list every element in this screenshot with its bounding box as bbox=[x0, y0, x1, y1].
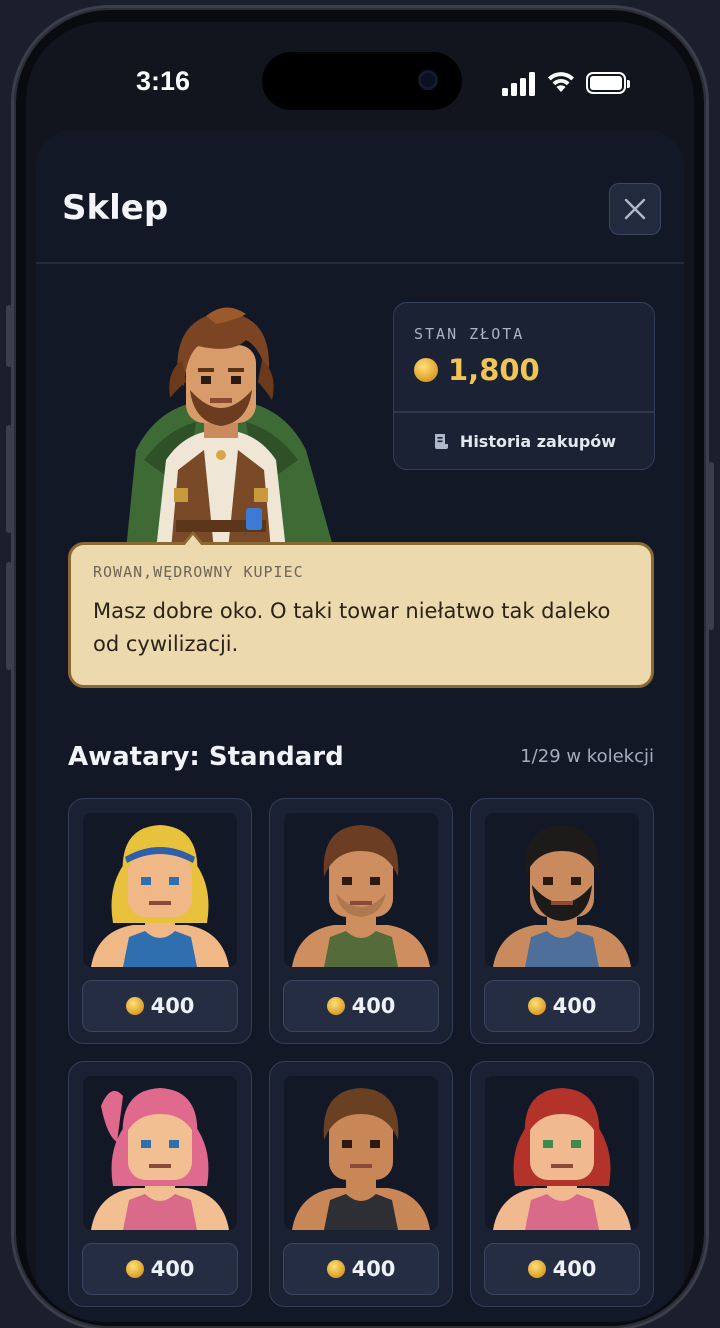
avatar-portrait bbox=[284, 1076, 438, 1230]
avatar-grid: 400 400 400 400 400 400 bbox=[68, 798, 658, 1307]
phone-side-button bbox=[6, 562, 12, 670]
dynamic-island bbox=[262, 52, 462, 110]
shop-header: Sklep bbox=[36, 130, 684, 264]
coin-icon bbox=[527, 997, 546, 1015]
coin-icon bbox=[125, 997, 144, 1015]
avatar-portrait bbox=[485, 1076, 639, 1230]
price-label: 400 bbox=[552, 994, 597, 1018]
avatar-card[interactable]: 400 bbox=[269, 798, 453, 1044]
receipt-icon bbox=[434, 434, 448, 449]
status-bar: 3:16 bbox=[26, 22, 694, 132]
buy-button[interactable]: 400 bbox=[283, 980, 439, 1032]
avatar-portrait bbox=[83, 1076, 237, 1230]
gold-balance-card: STAN ZŁOTA 1,800 Historia zakupów bbox=[393, 302, 655, 470]
avatar-card[interactable]: 400 bbox=[470, 1061, 654, 1307]
bubble-tail bbox=[181, 531, 205, 546]
price-label: 400 bbox=[552, 1257, 597, 1281]
collection-count: 1/29 w kolekcji bbox=[520, 746, 654, 767]
coin-icon bbox=[326, 997, 345, 1015]
purchase-history-button[interactable]: Historia zakupów bbox=[394, 413, 654, 469]
merchant-dialogue: ROWAN,WĘDROWNY KUPIEC Masz dobre oko. O … bbox=[68, 531, 654, 688]
price-label: 400 bbox=[351, 1257, 396, 1281]
status-time: 3:16 bbox=[136, 66, 191, 96]
buy-button[interactable]: 400 bbox=[484, 980, 640, 1032]
price-label: 400 bbox=[351, 994, 396, 1018]
buy-button[interactable]: 400 bbox=[484, 1243, 640, 1295]
phone-side-button bbox=[708, 462, 714, 630]
coin-icon bbox=[414, 358, 438, 382]
dialogue-text: Masz dobre oko. O taki towar niełatwo ta… bbox=[93, 599, 611, 656]
page-title: Sklep bbox=[62, 188, 169, 228]
avatar-card[interactable]: 400 bbox=[470, 798, 654, 1044]
shop-sheet: Sklep STAN ZŁOTA 1,800 Historia zakupów … bbox=[36, 130, 684, 1322]
speaker-name: ROWAN,WĘDROWNY KUPIEC bbox=[93, 563, 304, 581]
phone-side-button bbox=[6, 305, 12, 367]
camera-icon bbox=[418, 70, 438, 90]
price-label: 400 bbox=[150, 994, 195, 1018]
coin-icon bbox=[125, 1260, 144, 1278]
buy-button[interactable]: 400 bbox=[283, 1243, 439, 1295]
coin-icon bbox=[326, 1260, 345, 1278]
price-label: 400 bbox=[150, 1257, 195, 1281]
section-title: Awatary: Standard bbox=[68, 742, 344, 772]
avatar-card[interactable]: 400 bbox=[68, 1061, 252, 1307]
avatar-portrait bbox=[83, 813, 237, 967]
merchant-portrait bbox=[126, 307, 334, 550]
battery-icon bbox=[586, 72, 630, 94]
avatar-card[interactable]: 400 bbox=[269, 1061, 453, 1307]
phone-side-button bbox=[6, 425, 12, 533]
avatar-portrait bbox=[485, 813, 639, 967]
phone-screen: 3:16 Sklep STAN ZŁOTA 1,800 Historia zak… bbox=[26, 22, 694, 1322]
signal-icon bbox=[502, 72, 535, 96]
gold-label: STAN ZŁOTA bbox=[414, 325, 525, 343]
avatar-portrait bbox=[284, 813, 438, 967]
close-icon bbox=[624, 198, 646, 220]
wifi-icon bbox=[548, 72, 574, 92]
close-button[interactable] bbox=[609, 183, 661, 235]
buy-button[interactable]: 400 bbox=[82, 1243, 238, 1295]
coin-icon bbox=[527, 1260, 546, 1278]
buy-button[interactable]: 400 bbox=[82, 980, 238, 1032]
purchase-history-label: Historia zakupów bbox=[459, 431, 617, 451]
avatar-card[interactable]: 400 bbox=[68, 798, 252, 1044]
gold-amount-value: 1,800 bbox=[448, 353, 540, 387]
gold-amount: 1,800 bbox=[414, 353, 540, 387]
